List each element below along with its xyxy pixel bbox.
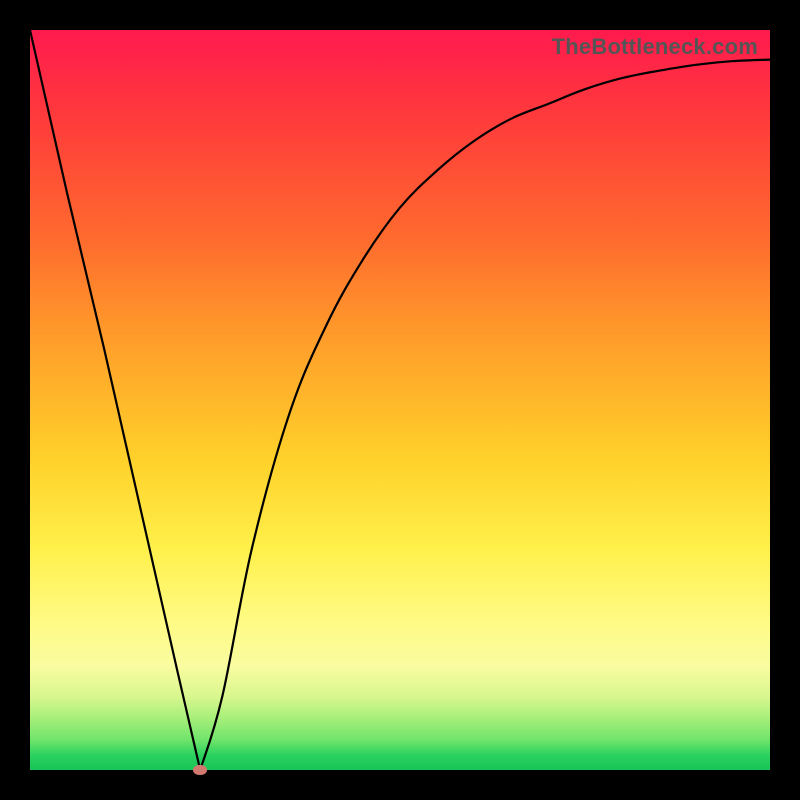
chart-frame: TheBottleneck.com: [0, 0, 800, 800]
bottleneck-curve: [30, 30, 770, 770]
optimal-marker: [193, 765, 207, 775]
curve-path: [30, 30, 770, 770]
plot-area: TheBottleneck.com: [30, 30, 770, 770]
